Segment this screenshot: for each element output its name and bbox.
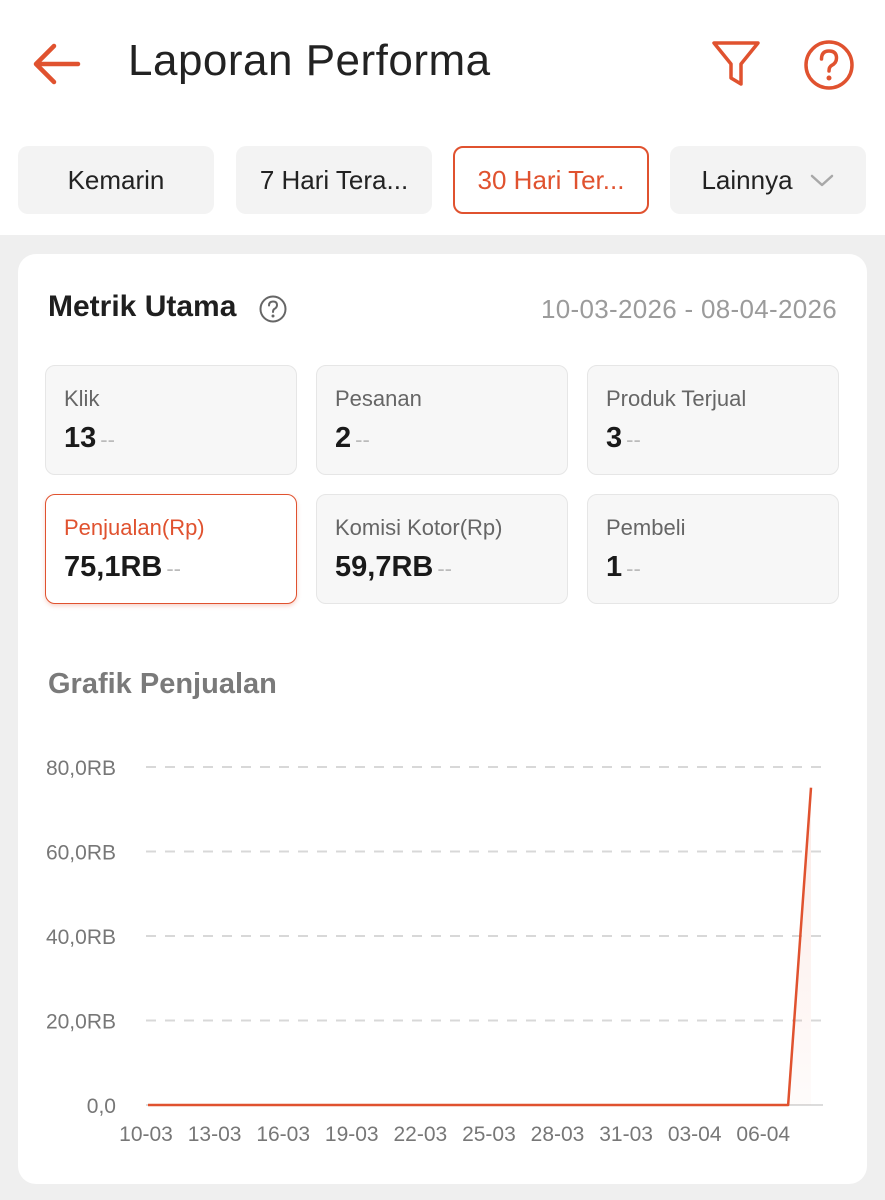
metric-number: 13 — [64, 422, 97, 454]
x-tick-label: 03-04 — [668, 1123, 722, 1146]
metric-label: Produk Terjual — [606, 386, 747, 411]
series-line — [148, 787, 813, 1107]
x-tick-label: 19-03 — [325, 1123, 379, 1146]
metric-value: 59,7RB -- — [335, 551, 452, 584]
back-arrow-icon[interactable] — [28, 38, 84, 90]
metric-label: Klik — [64, 386, 100, 411]
tab-7-hari[interactable]: 7 Hari Tera... — [236, 146, 432, 214]
filter-icon[interactable] — [708, 36, 764, 92]
metrics-card: Metrik Utama 10-03-2026 - 08-04-2026 Kli… — [18, 254, 867, 1184]
date-range: 10-03-2026 - 08-04-2026 — [541, 294, 837, 324]
header: Laporan Performa Kemarin 7 Hari Tera... … — [0, 0, 885, 235]
x-tick-label: 28-03 — [531, 1123, 585, 1146]
metric-value: 2 -- — [335, 422, 370, 455]
x-tick-label: 16-03 — [256, 1123, 310, 1146]
x-tick-label: 13-03 — [188, 1123, 242, 1146]
tab-label: Lainnya — [701, 164, 793, 195]
metric-change: -- — [355, 427, 370, 452]
y-tick-label: 0,0 — [87, 1095, 116, 1118]
metric-pesanan[interactable]: Pesanan 2 -- — [316, 365, 568, 475]
x-tick-label: 06-04 — [736, 1123, 790, 1146]
x-tick-label: 31-03 — [599, 1123, 653, 1146]
sales-chart: 0,0 20,0RB 40,0RB 60,0RB 80,0RB 10-03 13-03 16-… — [46, 757, 823, 1146]
metric-value: 13 -- — [64, 422, 115, 455]
metric-value: 75,1RB -- — [64, 551, 181, 584]
question-circle-icon[interactable] — [258, 294, 288, 324]
metrics-title: Metrik Utama — [48, 290, 237, 323]
metric-komisi-kotor[interactable]: Komisi Kotor(Rp) 59,7RB -- — [316, 494, 568, 604]
y-tick-label: 40,0RB — [46, 926, 116, 949]
metric-pembeli[interactable]: Pembeli 1 -- — [587, 494, 839, 604]
metric-change: -- — [166, 556, 181, 581]
chevron-down-icon — [809, 165, 835, 196]
tab-lainnya[interactable]: Lainnya — [670, 146, 866, 214]
metric-value: 3 -- — [606, 422, 641, 455]
metric-number: 3 — [606, 422, 623, 454]
tab-label: Kemarin — [67, 164, 165, 195]
metric-produk-terjual[interactable]: Produk Terjual 3 -- — [587, 365, 839, 475]
tab-kemarin[interactable]: Kemarin — [18, 146, 214, 214]
x-tick-label: 10-03 — [119, 1123, 173, 1146]
tab-label: 7 Hari Tera... — [259, 164, 409, 195]
tab-30-hari[interactable]: 30 Hari Ter... — [453, 146, 649, 214]
metric-value: 1 -- — [606, 551, 641, 584]
metric-label: Pembeli — [606, 515, 686, 540]
y-tick-label: 80,0RB — [46, 757, 116, 780]
x-tick-label: 22-03 — [393, 1123, 447, 1146]
help-icon[interactable] — [802, 38, 856, 92]
metric-change: -- — [437, 556, 452, 581]
page-title: Laporan Performa — [128, 36, 491, 85]
metric-klik[interactable]: Klik 13 -- — [45, 365, 297, 475]
metric-number: 1 — [606, 551, 623, 583]
metric-label: Pesanan — [335, 386, 422, 411]
metric-number: 59,7RB — [335, 551, 434, 583]
y-tick-label: 60,0RB — [46, 842, 116, 865]
series-area — [148, 787, 811, 1105]
metric-change: -- — [626, 427, 641, 452]
metric-number: 75,1RB — [64, 551, 163, 583]
metric-label: Penjualan(Rp) — [64, 515, 205, 540]
metric-label: Komisi Kotor(Rp) — [335, 515, 503, 540]
metric-penjualan[interactable]: Penjualan(Rp) 75,1RB -- — [45, 494, 297, 604]
x-tick-label: 25-03 — [462, 1123, 516, 1146]
tab-label: 30 Hari Ter... — [477, 164, 625, 195]
y-tick-label: 20,0RB — [46, 1011, 116, 1034]
chart-title: Grafik Penjualan — [48, 668, 277, 700]
metric-number: 2 — [335, 422, 352, 454]
metric-change: -- — [626, 556, 641, 581]
metric-change: -- — [100, 427, 115, 452]
date-range-tabs: Kemarin 7 Hari Tera... 30 Hari Ter... La… — [18, 146, 868, 214]
